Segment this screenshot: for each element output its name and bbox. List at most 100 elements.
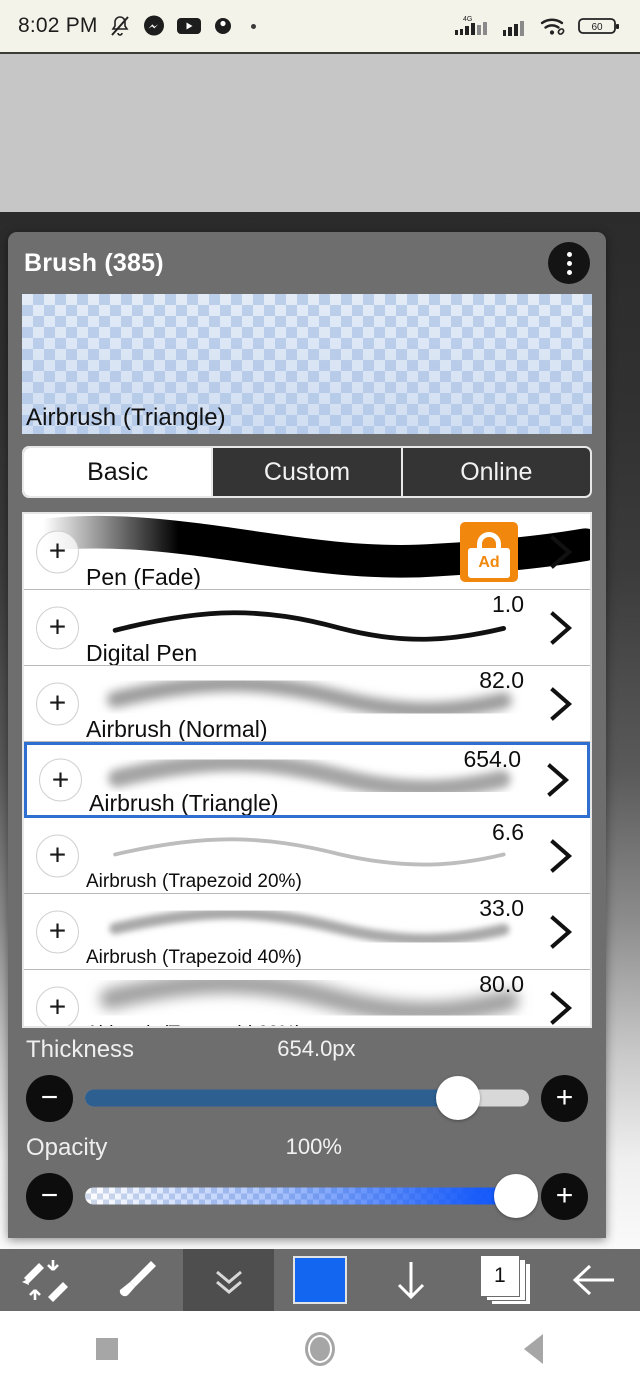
opacity-slider-thumb[interactable] bbox=[493, 1174, 538, 1218]
thickness-slider-thumb[interactable] bbox=[435, 1076, 480, 1120]
brush-value: 6.6 bbox=[492, 819, 524, 845]
brush-value: 80.0 bbox=[479, 971, 524, 997]
back-arrow-icon bbox=[573, 1264, 615, 1296]
canvas-top-divider bbox=[0, 52, 640, 54]
ad-lock-badge[interactable]: Ad bbox=[460, 522, 518, 582]
back-button[interactable] bbox=[549, 1249, 640, 1311]
brush-list-item[interactable]: + Airbrush (Trapezoid 20%) 6.6 bbox=[24, 818, 590, 894]
thickness-increase-button[interactable]: + bbox=[541, 1074, 588, 1122]
signal-icon bbox=[503, 21, 524, 36]
bottom-toolbar: 1 bbox=[0, 1249, 640, 1311]
layers-icon: 1 bbox=[475, 1255, 531, 1305]
add-brush-button[interactable]: + bbox=[36, 986, 79, 1026]
chevron-right-icon[interactable] bbox=[546, 838, 576, 874]
system-back-button[interactable] bbox=[473, 1311, 593, 1387]
home-button[interactable] bbox=[260, 1311, 380, 1387]
kebab-menu-icon[interactable] bbox=[548, 242, 590, 284]
brush-list-item[interactable]: + Airbrush (Trapezoid 40%) 33.0 bbox=[24, 894, 590, 970]
app-notification-icon bbox=[214, 18, 231, 34]
tab-basic[interactable]: Basic bbox=[24, 448, 212, 496]
messenger-icon bbox=[143, 15, 164, 36]
thickness-header: Thickness 654.0px bbox=[26, 1036, 588, 1070]
ad-label: Ad bbox=[468, 548, 510, 578]
chevron-right-icon[interactable] bbox=[546, 534, 576, 570]
opacity-slider-row: − + bbox=[26, 1168, 588, 1224]
add-brush-button[interactable]: + bbox=[36, 530, 79, 573]
opacity-header: Opacity 100% bbox=[26, 1134, 588, 1168]
brush-value: 1.0 bbox=[492, 591, 524, 617]
brush-name: Airbrush (Triangle) bbox=[89, 790, 279, 816]
brush-name: Airbrush (Trapezoid 60%) bbox=[86, 1023, 302, 1026]
brush-tabs: Basic Custom Online bbox=[22, 446, 592, 498]
thickness-label: Thickness bbox=[26, 1036, 135, 1063]
tab-online[interactable]: Online bbox=[400, 448, 590, 496]
brush-list[interactable]: + Pen (Fade) Ad + Digital Pen 1.0 + Airb… bbox=[22, 512, 592, 1028]
lock-icon: Ad bbox=[468, 532, 510, 578]
opacity-section: Opacity 100% − + bbox=[26, 1134, 588, 1224]
status-bar-right: 4G 60 bbox=[453, 13, 622, 39]
brush-preview-label: Airbrush (Triangle) bbox=[26, 404, 226, 431]
brush-name: Pen (Fade) bbox=[86, 564, 202, 590]
svg-text:4G: 4G bbox=[463, 16, 472, 23]
thickness-decrease-button[interactable]: − bbox=[26, 1074, 73, 1122]
brush-name: Airbrush (Trapezoid 20%) bbox=[86, 871, 302, 892]
add-brush-button[interactable]: + bbox=[36, 910, 79, 953]
layer-count: 1 bbox=[479, 1255, 520, 1297]
status-bar-left: 8:02 PM bbox=[18, 14, 256, 38]
opacity-slider[interactable] bbox=[85, 1173, 538, 1220]
brush-value: 654.0 bbox=[463, 746, 521, 772]
add-brush-button[interactable]: + bbox=[36, 606, 79, 649]
page-title: Brush (385) bbox=[24, 248, 164, 277]
brush-list-item[interactable]: + Airbrush (Normal) 82.0 bbox=[24, 666, 590, 742]
color-swatch-icon bbox=[292, 1256, 347, 1304]
thickness-track-fill bbox=[85, 1089, 458, 1107]
recents-button[interactable] bbox=[47, 1311, 167, 1387]
brush-list-item-selected[interactable]: + Airbrush (Triangle) 654.0 bbox=[24, 742, 590, 818]
brush-eraser-swap-button[interactable] bbox=[0, 1249, 91, 1311]
status-bar: 8:02 PM 4G 60 bbox=[0, 0, 640, 52]
status-time: 8:02 PM bbox=[18, 14, 98, 37]
wifi-link-icon bbox=[540, 18, 565, 35]
brush-list-item[interactable]: + Digital Pen 1.0 bbox=[24, 590, 590, 666]
brush-name: Airbrush (Trapezoid 40%) bbox=[86, 947, 302, 968]
thickness-slider[interactable] bbox=[85, 1075, 529, 1122]
brush-value: 33.0 bbox=[479, 895, 524, 921]
thickness-value: 654.0px bbox=[277, 1036, 356, 1061]
chevron-right-icon[interactable] bbox=[546, 610, 576, 646]
opacity-track bbox=[85, 1187, 529, 1205]
opacity-increase-button[interactable]: + bbox=[541, 1172, 588, 1220]
android-nav-bar bbox=[0, 1311, 640, 1387]
add-brush-button[interactable]: + bbox=[39, 758, 82, 802]
back-triangle-icon bbox=[523, 1334, 543, 1364]
brush-name: Digital Pen bbox=[86, 640, 198, 666]
dot-icon bbox=[250, 23, 256, 29]
add-brush-button[interactable]: + bbox=[36, 834, 79, 877]
brush-icon bbox=[120, 1261, 157, 1297]
home-circle-icon bbox=[304, 1332, 335, 1366]
brush-panel-header: Brush (385) bbox=[8, 232, 606, 294]
tab-custom[interactable]: Custom bbox=[211, 448, 400, 496]
chevron-right-icon[interactable] bbox=[543, 762, 573, 798]
opacity-label: Opacity bbox=[26, 1134, 108, 1161]
arrow-down-icon bbox=[398, 1262, 425, 1300]
youtube-icon bbox=[176, 18, 201, 34]
brush-preview[interactable]: Airbrush (Triangle) bbox=[22, 294, 592, 434]
opacity-value: 100% bbox=[285, 1134, 342, 1159]
download-button[interactable] bbox=[366, 1249, 457, 1311]
brush-value: 82.0 bbox=[479, 667, 524, 693]
brush-tool-button[interactable] bbox=[91, 1249, 182, 1311]
chevron-right-icon[interactable] bbox=[546, 686, 576, 722]
chevron-right-icon[interactable] bbox=[546, 914, 576, 950]
recents-square-icon bbox=[95, 1338, 118, 1360]
signal-4g-icon: 4G bbox=[455, 16, 487, 35]
brush-eraser-swap-icon bbox=[21, 1260, 68, 1302]
add-brush-button[interactable]: + bbox=[36, 682, 79, 725]
brush-list-item[interactable]: + Pen (Fade) Ad bbox=[24, 514, 590, 590]
chevron-right-icon[interactable] bbox=[546, 990, 576, 1026]
layers-button[interactable]: 1 bbox=[457, 1249, 548, 1311]
brush-list-item[interactable]: + Airbrush (Trapezoid 60%) 80.0 bbox=[24, 970, 590, 1026]
opacity-decrease-button[interactable]: − bbox=[26, 1172, 73, 1220]
color-picker-button[interactable] bbox=[274, 1249, 365, 1311]
collapse-panel-button[interactable] bbox=[182, 1249, 275, 1311]
app-screen: 8:02 PM 4G 60 Brush (385) Airbrush (Tria… bbox=[0, 0, 640, 1387]
